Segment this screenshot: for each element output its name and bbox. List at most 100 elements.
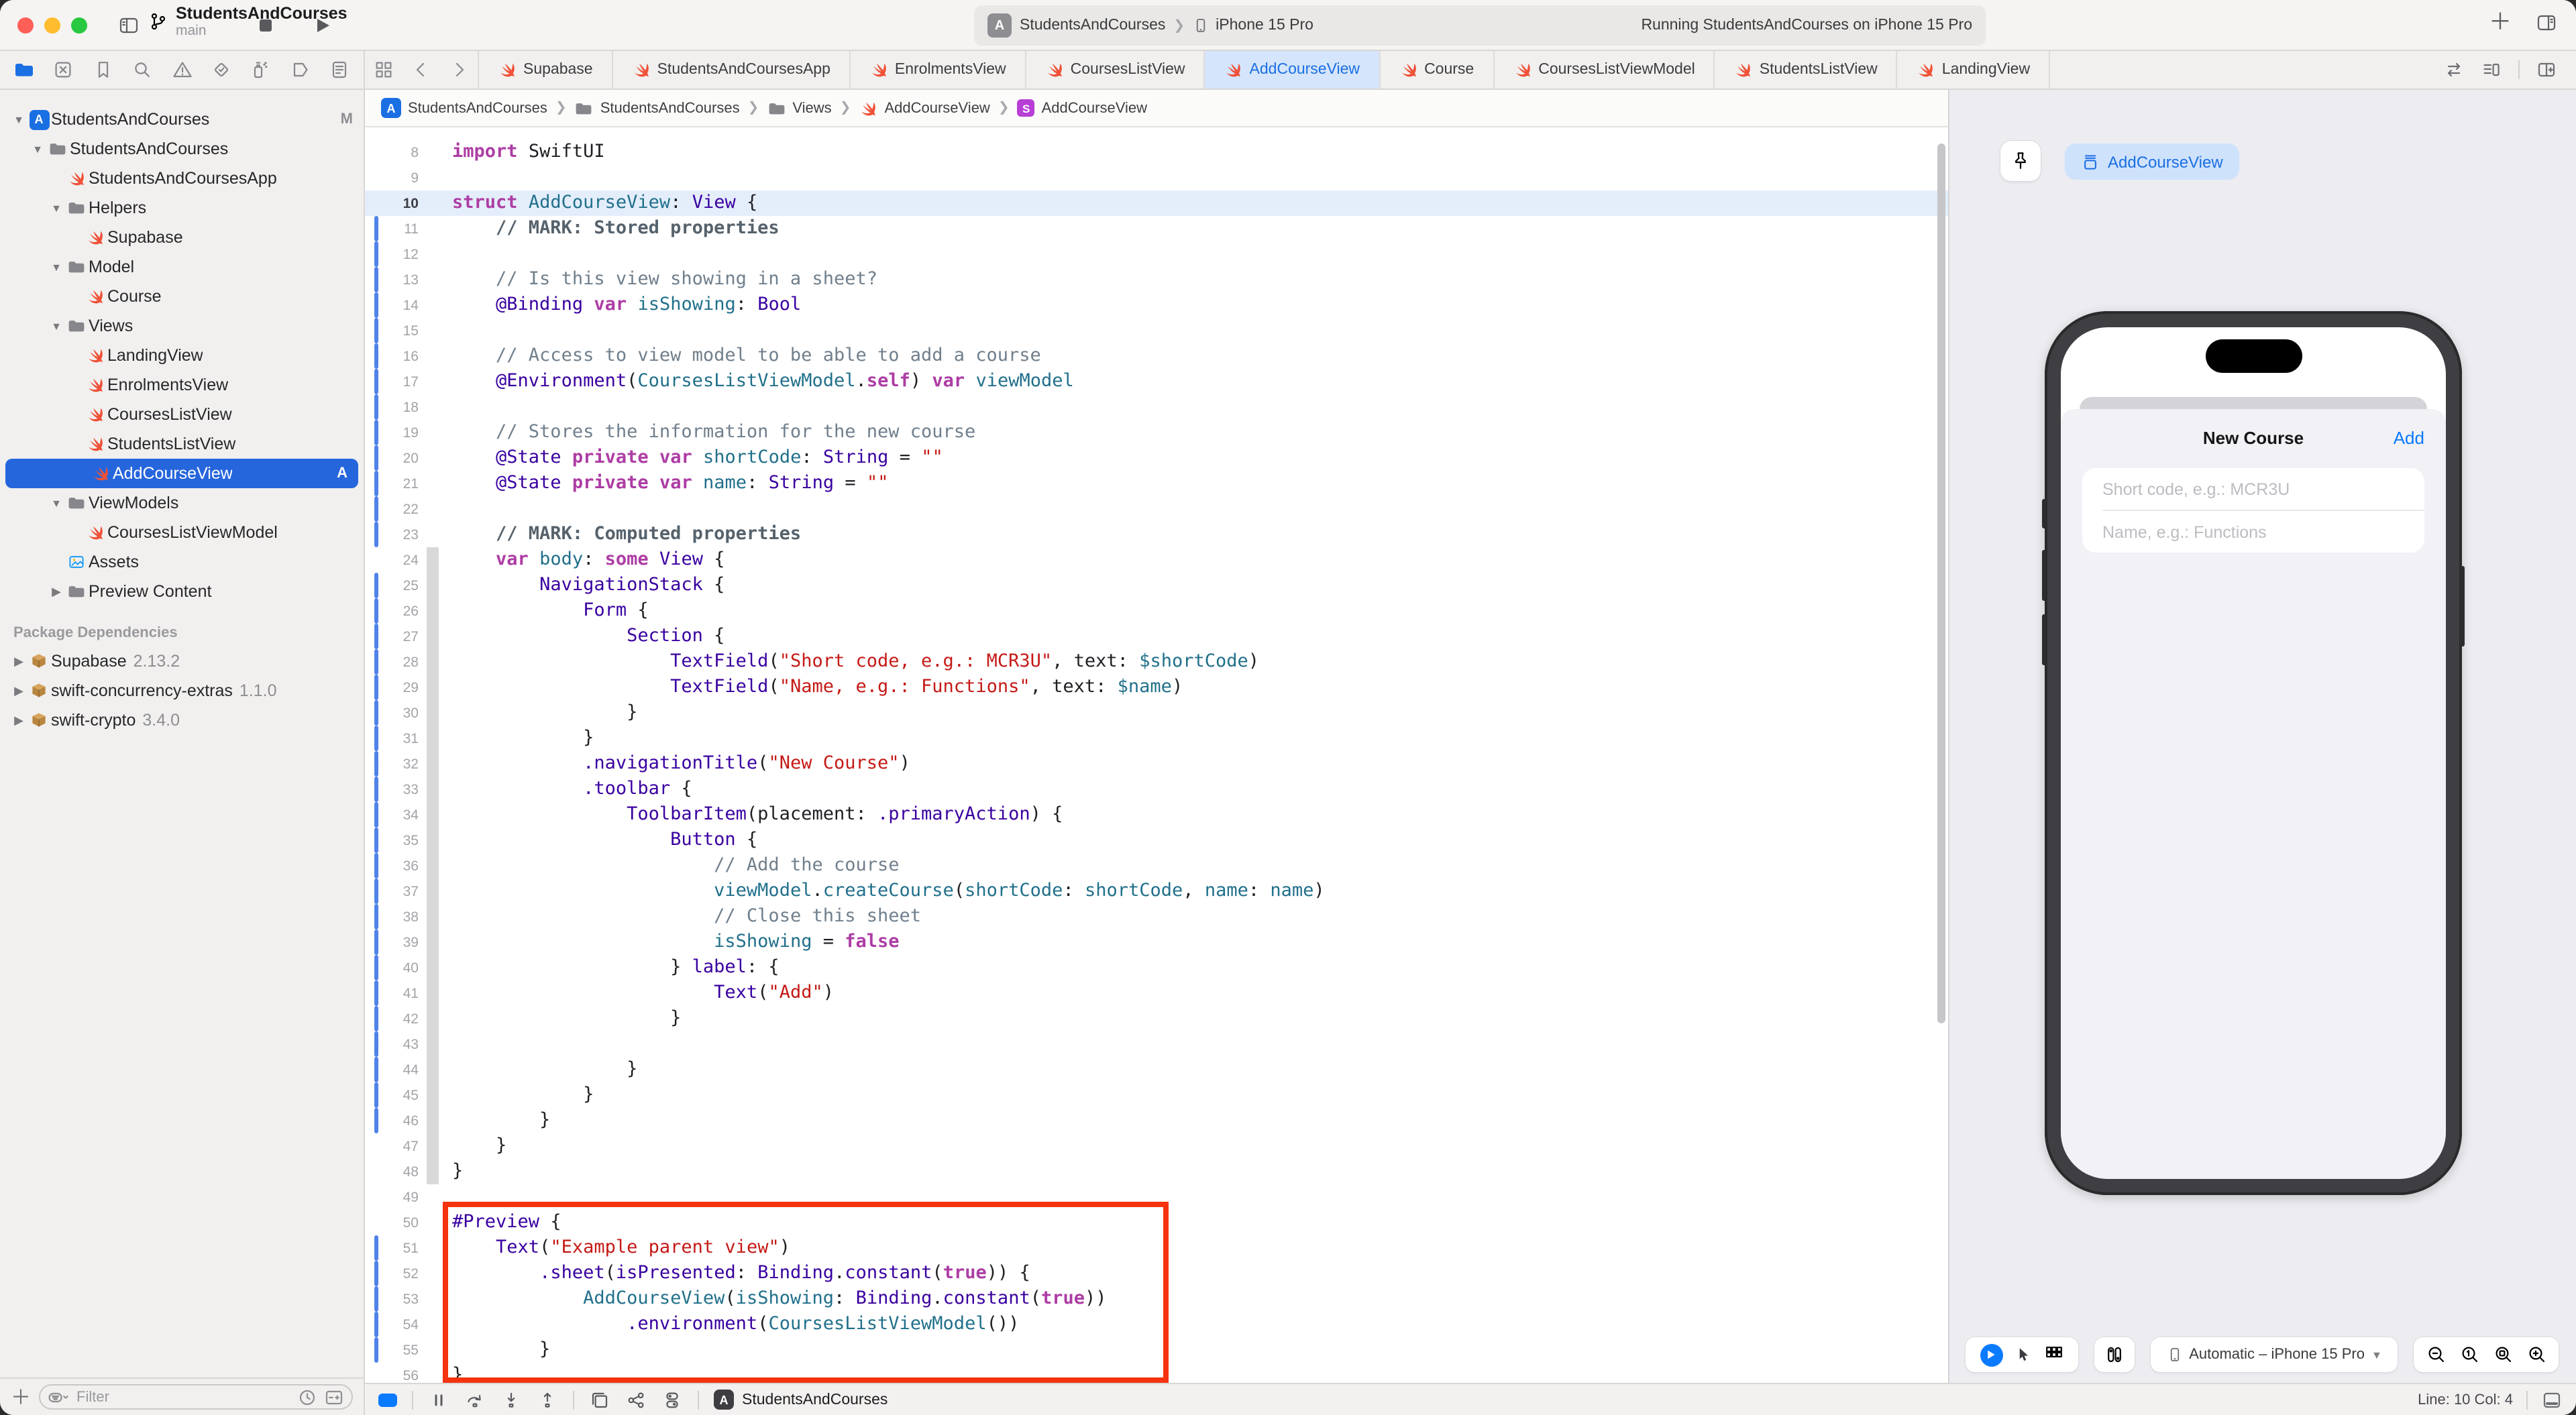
bookmarks-navigator-icon[interactable] bbox=[93, 59, 114, 80]
breadcrumb-item[interactable]: Views bbox=[767, 99, 831, 117]
code-line-48[interactable]: 48} bbox=[365, 1159, 1948, 1184]
live-preview-button[interactable] bbox=[1980, 1343, 2002, 1366]
zoom-window-button[interactable] bbox=[71, 17, 87, 34]
package-item-swift-crypto[interactable]: ▶swift-crypto3.4.0 bbox=[0, 705, 364, 735]
tests-navigator-icon[interactable] bbox=[211, 59, 232, 80]
breakpoints-toggle[interactable] bbox=[378, 1393, 397, 1406]
tab-EnrolmentsView[interactable]: EnrolmentsView bbox=[851, 51, 1026, 89]
zoom-fit-icon[interactable] bbox=[2492, 1344, 2514, 1365]
code-line-18[interactable]: 18 bbox=[365, 394, 1948, 420]
selectable-mode-icon[interactable] bbox=[2013, 1345, 2032, 1364]
code-line-10[interactable]: 10struct AddCourseView: View { bbox=[365, 190, 1948, 216]
breadcrumb-item[interactable]: AddCourseView bbox=[859, 99, 989, 117]
device-settings-icon[interactable] bbox=[2104, 1344, 2125, 1365]
zoom-100-icon[interactable] bbox=[2459, 1344, 2480, 1365]
minimize-window-button[interactable] bbox=[44, 17, 60, 34]
package-item-swift-concurrency-extras[interactable]: ▶swift-concurrency-extras1.1.0 bbox=[0, 676, 364, 705]
breakpoints-navigator-icon[interactable] bbox=[289, 59, 311, 80]
tab-overview-icon[interactable] bbox=[365, 51, 402, 89]
toggle-inspector-icon[interactable] bbox=[2536, 11, 2557, 33]
chevron-down-icon[interactable]: ▼ bbox=[48, 202, 64, 214]
sidebar-item-AddCourseView[interactable]: AddCourseViewA bbox=[5, 459, 358, 488]
chevron-right-icon[interactable]: ▶ bbox=[11, 683, 27, 698]
pin-preview-button[interactable] bbox=[2000, 141, 2041, 181]
code-line-23[interactable]: 23 // MARK: Computed properties bbox=[365, 522, 1948, 547]
code-line-37[interactable]: 37 viewModel.createCourse(shortCode: sho… bbox=[365, 879, 1948, 904]
step-into-icon[interactable] bbox=[500, 1389, 522, 1410]
sidebar-item-Model[interactable]: ▼Model bbox=[0, 252, 364, 282]
variants-icon[interactable] bbox=[2043, 1344, 2064, 1365]
split-editor-icon[interactable] bbox=[2536, 59, 2557, 80]
sidebar-item-StudentsAndCoursesApp[interactable]: StudentsAndCoursesApp bbox=[0, 164, 364, 193]
code-line-14[interactable]: 14 @Binding var isShowing: Bool bbox=[365, 292, 1948, 318]
filter-field[interactable] bbox=[39, 1384, 353, 1410]
code-line-20[interactable]: 20 @State private var shortCode: String … bbox=[365, 445, 1948, 471]
back-icon[interactable] bbox=[402, 51, 440, 89]
breadcrumb-item[interactable]: AStudentsAndCourses bbox=[381, 98, 547, 118]
sidebar-item-StudentsAndCourses[interactable]: ▼StudentsAndCourses bbox=[0, 134, 364, 164]
sidebar-item-Supabase[interactable]: Supabase bbox=[0, 223, 364, 252]
code-line-46[interactable]: 46 } bbox=[365, 1108, 1948, 1133]
code-line-33[interactable]: 33 .toolbar { bbox=[365, 777, 1948, 802]
toggle-debug-area-icon[interactable] bbox=[2541, 1389, 2563, 1410]
code-line-22[interactable]: 22 bbox=[365, 496, 1948, 522]
sidebar-item-StudentsListView[interactable]: StudentsListView bbox=[0, 429, 364, 459]
code-line-25[interactable]: 25 NavigationStack { bbox=[365, 573, 1948, 598]
code-line-13[interactable]: 13 // Is this view showing in a sheet? bbox=[365, 267, 1948, 292]
breadcrumb-item[interactable]: SAddCourseView bbox=[1018, 99, 1147, 117]
environment-overrides-icon[interactable] bbox=[661, 1389, 683, 1410]
code-line-8[interactable]: 8import SwiftUI bbox=[365, 139, 1948, 165]
code-line-9[interactable]: 9 bbox=[365, 165, 1948, 190]
sidebar-item-StudentsAndCourses[interactable]: ▼AStudentsAndCoursesM bbox=[0, 105, 364, 134]
code-line-26[interactable]: 26 Form { bbox=[365, 598, 1948, 624]
code-line-21[interactable]: 21 @State private var name: String = "" bbox=[365, 471, 1948, 496]
tab-Course[interactable]: Course bbox=[1380, 51, 1494, 89]
reports-navigator-icon[interactable] bbox=[329, 59, 350, 80]
source-control-status-icon[interactable] bbox=[323, 1386, 345, 1408]
short-code-field[interactable]: Short code, e.g.: MCR3U bbox=[2082, 468, 2424, 510]
running-process[interactable]: A StudentsAndCourses bbox=[714, 1390, 888, 1410]
memory-graph-icon[interactable] bbox=[625, 1389, 647, 1410]
tab-StudentsAndCoursesApp[interactable]: StudentsAndCoursesApp bbox=[613, 51, 851, 89]
find-navigator-icon[interactable] bbox=[131, 59, 153, 80]
chevron-right-icon[interactable]: ▶ bbox=[48, 584, 64, 599]
code-line-19[interactable]: 19 // Stores the information for the new… bbox=[365, 420, 1948, 445]
tab-StudentsListView[interactable]: StudentsListView bbox=[1715, 51, 1898, 89]
code-editor[interactable]: 8import SwiftUI910struct AddCourseView: … bbox=[365, 127, 1948, 1383]
sidebar-item-Helpers[interactable]: ▼Helpers bbox=[0, 193, 364, 223]
zoom-out-icon[interactable] bbox=[2425, 1344, 2447, 1365]
code-line-36[interactable]: 36 // Add the course bbox=[365, 853, 1948, 879]
device-picker[interactable]: Automatic – iPhone 15 Pro ▼ bbox=[2151, 1337, 2398, 1372]
scheme-device[interactable]: iPhone 15 Pro bbox=[1216, 17, 1313, 34]
code-line-30[interactable]: 30 } bbox=[365, 700, 1948, 726]
close-window-button[interactable] bbox=[17, 17, 34, 34]
sidebar-item-EnrolmentsView[interactable]: EnrolmentsView bbox=[0, 370, 364, 400]
add-file-button[interactable]: ＋ bbox=[11, 1383, 31, 1411]
issues-navigator-icon[interactable] bbox=[171, 59, 193, 80]
sidebar-item-LandingView[interactable]: LandingView bbox=[0, 341, 364, 370]
preview-target-pill[interactable]: AddCourseView bbox=[2065, 144, 2239, 180]
name-field[interactable]: Name, e.g.: Functions bbox=[2082, 511, 2424, 553]
sidebar-item-Assets[interactable]: Assets bbox=[0, 547, 364, 577]
code-line-34[interactable]: 34 ToolbarItem(placement: .primaryAction… bbox=[365, 802, 1948, 828]
project-navigator-icon[interactable] bbox=[13, 59, 35, 80]
tab-CoursesListView[interactable]: CoursesListView bbox=[1026, 51, 1205, 89]
pause-icon[interactable] bbox=[428, 1389, 449, 1410]
scheme-project[interactable]: StudentsAndCourses bbox=[1020, 17, 1165, 34]
code-line-17[interactable]: 17 @Environment(CoursesListViewModel.sel… bbox=[365, 369, 1948, 394]
code-review-icon[interactable] bbox=[2443, 59, 2465, 80]
chevron-down-icon[interactable]: ▼ bbox=[11, 113, 27, 125]
add-editor-tab-button[interactable]: ＋ bbox=[2489, 11, 2512, 34]
step-out-icon[interactable] bbox=[537, 1389, 558, 1410]
tab-AddCourseView[interactable]: AddCourseView bbox=[1205, 51, 1381, 89]
code-line-40[interactable]: 40 } label: { bbox=[365, 955, 1948, 980]
editor-options-icon[interactable] bbox=[2481, 59, 2502, 80]
code-line-47[interactable]: 47 } bbox=[365, 1133, 1948, 1159]
sidebar-item-Course[interactable]: Course bbox=[0, 282, 364, 311]
package-item-Supabase[interactable]: ▶Supabase2.13.2 bbox=[0, 646, 364, 676]
code-line-44[interactable]: 44 } bbox=[365, 1057, 1948, 1082]
chevron-down-icon[interactable]: ▼ bbox=[48, 497, 64, 509]
code-line-24[interactable]: 24 var body: some View { bbox=[365, 547, 1948, 573]
sidebar-item-Preview Content[interactable]: ▶Preview Content bbox=[0, 577, 364, 606]
view-hierarchy-icon[interactable] bbox=[589, 1389, 610, 1410]
